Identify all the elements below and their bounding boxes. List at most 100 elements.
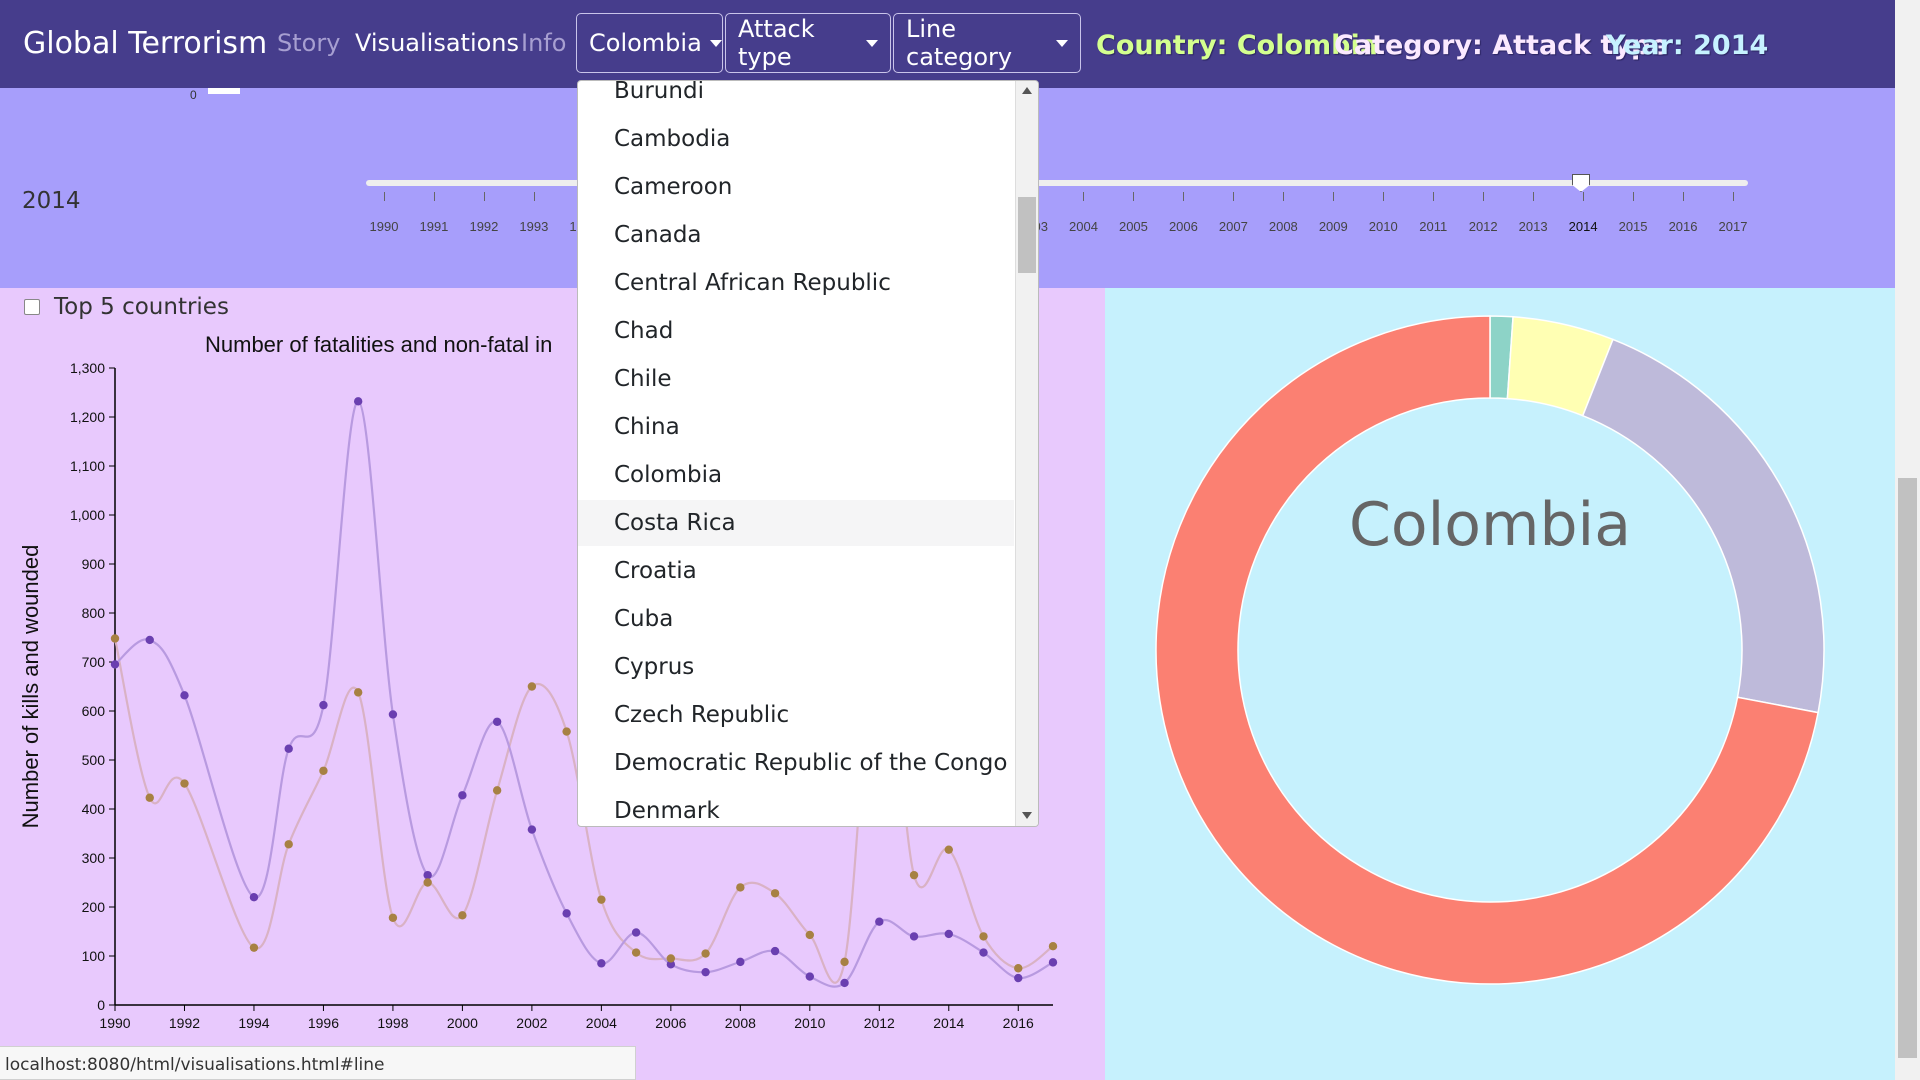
year-tick: [1733, 192, 1734, 201]
country-dropdown-button[interactable]: Colombia: [576, 13, 723, 73]
data-point: [770, 946, 780, 956]
data-point: [423, 870, 432, 880]
data-point: [805, 930, 815, 940]
year-tick-label[interactable]: 2014: [1569, 219, 1598, 234]
x-tick-label: 2010: [794, 1015, 825, 1031]
year-tick-label[interactable]: 2013: [1519, 219, 1548, 234]
y-tick-label: 500: [82, 752, 106, 768]
data-point: [562, 727, 571, 736]
year-tick-label[interactable]: 2006: [1169, 219, 1198, 234]
data-point: [284, 840, 293, 849]
y-axis-label: Number of kills and wounded: [18, 545, 43, 829]
nav-story-link[interactable]: Story: [277, 29, 340, 57]
country-menu-item[interactable]: Cambodia: [614, 116, 730, 162]
x-tick-label: 2012: [864, 1015, 895, 1031]
country-menu-item[interactable]: Costa Rica: [578, 500, 1014, 546]
year-tick: [1683, 192, 1685, 201]
chevron-down-icon: [1056, 39, 1068, 47]
chevron-down-icon: [709, 39, 722, 47]
year-tick: [1533, 192, 1535, 201]
x-tick-label: 2006: [655, 1015, 686, 1031]
scroll-up-arrow-icon[interactable]: [1022, 87, 1032, 94]
data-point: [353, 397, 363, 406]
country-menu-item[interactable]: Chad: [614, 308, 673, 354]
nav-visualisations-link[interactable]: Visualisations: [355, 29, 519, 57]
country-menu-item[interactable]: Chile: [614, 356, 672, 402]
country-dropdown-label: Colombia: [589, 29, 702, 57]
data-point: [145, 635, 154, 645]
year-tick: [1283, 192, 1285, 201]
data-point: [388, 710, 398, 719]
y-tick-label: 400: [82, 801, 106, 817]
year-tick: [1083, 192, 1085, 201]
country-menu-item[interactable]: Cameroon: [614, 164, 732, 210]
data-point: [423, 878, 432, 887]
line-category-dropdown-button[interactable]: Line category: [893, 13, 1081, 73]
year-tick-label[interactable]: 2017: [1719, 219, 1748, 234]
brand-title[interactable]: Global Terrorism: [23, 26, 267, 61]
x-tick-label: 2016: [1003, 1015, 1034, 1031]
year-tick-label[interactable]: 1990: [370, 219, 399, 234]
country-menu-item[interactable]: Democratic Republic of the Congo: [614, 740, 1007, 786]
attack-type-dropdown-label: Attack type: [738, 15, 815, 71]
year-tick-label[interactable]: 2012: [1469, 219, 1498, 234]
country-menu-item[interactable]: Czech Republic: [614, 692, 789, 738]
top5-toggle[interactable]: Top 5 countries: [24, 294, 229, 320]
year-tick-label[interactable]: 2004: [1069, 219, 1098, 234]
country-menu-item[interactable]: Cyprus: [614, 644, 694, 690]
data-point: [110, 660, 120, 669]
donut-chart: [1155, 315, 1825, 985]
country-menu-item[interactable]: Colombia: [614, 452, 722, 498]
data-point: [562, 909, 571, 918]
country-menu-item[interactable]: Central African Republic: [614, 260, 891, 306]
x-tick-label: 1994: [238, 1015, 269, 1031]
status-year: Year: 2014: [1606, 30, 1769, 61]
data-point: [492, 717, 502, 726]
country-menu-item[interactable]: Canada: [614, 212, 702, 258]
country-menu-item[interactable]: Denmark: [614, 788, 720, 826]
x-tick-label: 2004: [586, 1015, 617, 1031]
attack-type-dropdown-button[interactable]: Attack type: [725, 13, 891, 73]
year-tick-label[interactable]: 2011: [1419, 219, 1447, 234]
country-menu-item[interactable]: Burundi: [614, 81, 704, 114]
year-tick: [1333, 192, 1335, 201]
year-tick-label[interactable]: 2005: [1119, 219, 1148, 234]
year-tick-label[interactable]: 2010: [1369, 219, 1398, 234]
menu-scrollbar-thumb[interactable]: [1018, 197, 1036, 273]
top5-checkbox[interactable]: [24, 299, 40, 315]
y-tick-label: 600: [82, 703, 106, 719]
year-tick-label[interactable]: 1993: [519, 219, 548, 234]
year-tick-label[interactable]: 2009: [1319, 219, 1348, 234]
data-point: [145, 793, 154, 802]
year-tick: [1483, 192, 1485, 201]
nav-info-link[interactable]: Info: [521, 29, 566, 57]
data-point: [597, 895, 606, 904]
year-tick-label[interactable]: 2015: [1619, 219, 1648, 234]
data-point: [527, 825, 537, 834]
year-slider-handle[interactable]: [1572, 174, 1590, 192]
top5-label: Top 5 countries: [54, 294, 229, 320]
data-point: [701, 967, 710, 977]
page-scrollbar-thumb[interactable]: [1898, 478, 1917, 1058]
year-slider-track[interactable]: [366, 180, 1748, 186]
x-tick-label: 2000: [447, 1015, 478, 1031]
year-tick-label[interactable]: 2016: [1669, 219, 1698, 234]
data-point: [319, 766, 328, 775]
scroll-down-arrow-icon[interactable]: [1022, 812, 1032, 819]
country-menu-item[interactable]: Croatia: [614, 548, 697, 594]
data-point: [666, 954, 676, 963]
year-tick-label[interactable]: 2008: [1269, 219, 1298, 234]
line-category-dropdown-label: Line category: [906, 15, 1013, 71]
data-point: [110, 634, 120, 643]
x-tick-label: 2014: [933, 1015, 964, 1031]
data-point: [805, 972, 815, 981]
year-tick-label[interactable]: 2007: [1219, 219, 1248, 234]
x-tick-label: 1992: [169, 1015, 200, 1031]
year-tick-label[interactable]: 1991: [419, 219, 448, 234]
data-point: [909, 870, 919, 880]
year-tick-label[interactable]: 1992: [469, 219, 498, 234]
country-menu-item[interactable]: China: [614, 404, 680, 450]
data-point: [875, 917, 884, 926]
country-menu-item[interactable]: Cuba: [614, 596, 673, 642]
menu-scrollbar[interactable]: [1015, 81, 1038, 826]
